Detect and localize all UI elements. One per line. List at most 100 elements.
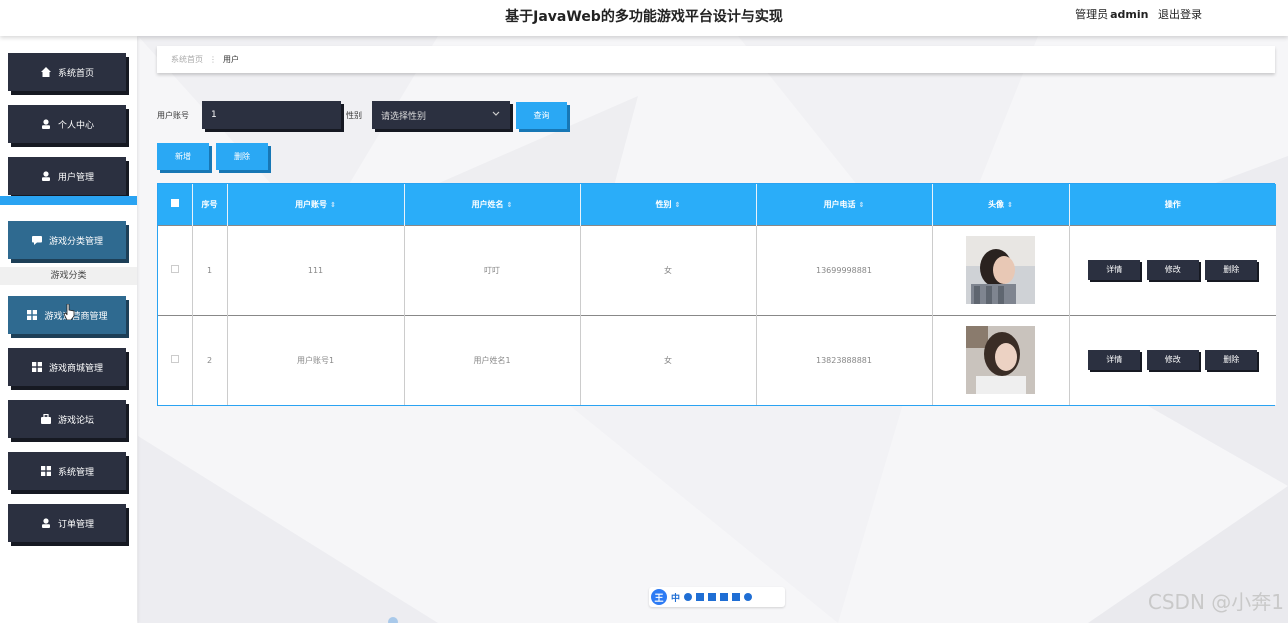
cell-index: 1 bbox=[192, 224, 228, 315]
column-header-phone[interactable]: 用户电话 ⇕ bbox=[756, 184, 933, 225]
chevron-down-icon bbox=[492, 110, 500, 120]
punctuation-icon[interactable] bbox=[684, 593, 693, 601]
batch-delete-button[interactable]: 删除 bbox=[216, 143, 268, 170]
column-header-avatar[interactable]: 头像 ⇕ bbox=[932, 184, 1070, 225]
scissors-icon[interactable] bbox=[708, 593, 717, 601]
edit-button[interactable]: 修改 bbox=[1146, 260, 1199, 280]
user-role: 管理员 bbox=[1075, 8, 1109, 21]
breadcrumb-home[interactable]: 系统首页 bbox=[171, 54, 203, 65]
column-header-account[interactable]: 用户账号 ⇕ bbox=[227, 184, 405, 225]
pen-icon[interactable] bbox=[696, 593, 705, 601]
breadcrumb-current: 用户 bbox=[223, 55, 239, 64]
column-header-index: 序号 bbox=[192, 184, 228, 225]
gear-icon[interactable] bbox=[744, 593, 753, 601]
floating-dot bbox=[388, 617, 398, 623]
row-checkbox[interactable] bbox=[170, 355, 179, 364]
column-header-actions: 操作 bbox=[1069, 184, 1276, 225]
sort-icon[interactable]: ⇕ bbox=[859, 201, 865, 209]
sort-icon[interactable]: ⇕ bbox=[675, 201, 681, 209]
row-select-cell[interactable] bbox=[158, 224, 193, 315]
top-header: 基于JavaWeb的多功能游戏平台设计与实现 管理员 admin 退出登录 bbox=[0, 0, 1288, 36]
column-header-gender[interactable]: 性别 ⇕ bbox=[580, 184, 757, 225]
cell-phone: 13823888881 bbox=[756, 314, 933, 405]
sidebar-item-profile[interactable]: 个人中心 bbox=[8, 105, 126, 143]
cell-avatar bbox=[932, 224, 1070, 315]
chat-icon bbox=[31, 234, 43, 246]
sort-icon[interactable]: ⇕ bbox=[507, 201, 513, 209]
cell-gender: 女 bbox=[580, 314, 757, 405]
sidebar: 系统首页 个人中心 用户管理 游戏分类管理 游戏分类 游戏运营商管理 游戏商城管… bbox=[0, 36, 137, 623]
sort-icon[interactable]: ⇕ bbox=[1007, 201, 1013, 209]
sidebar-item-system[interactable]: 系统管理 bbox=[8, 452, 126, 490]
sidebar-item-game-mall[interactable]: 游戏商城管理 bbox=[8, 348, 126, 386]
ime-logo-icon[interactable]: 王 bbox=[651, 589, 667, 605]
cell-gender: 女 bbox=[580, 224, 757, 315]
cell-avatar bbox=[932, 314, 1070, 405]
sidebar-item-orders[interactable]: 订单管理 bbox=[8, 504, 126, 542]
submenu-game-category[interactable]: 游戏分类 bbox=[0, 267, 137, 285]
cell-name: 叮叮 bbox=[404, 224, 581, 315]
select-all-checkbox[interactable] bbox=[170, 199, 179, 208]
gender-label: 性别 bbox=[346, 111, 362, 120]
grid-icon bbox=[31, 361, 43, 373]
home-icon bbox=[40, 66, 52, 78]
user-icon bbox=[40, 118, 52, 130]
delete-button[interactable]: 删除 bbox=[1205, 350, 1258, 371]
sidebar-item-label: 个人中心 bbox=[57, 120, 94, 131]
active-indicator-bar bbox=[0, 196, 137, 205]
briefcase-icon bbox=[40, 413, 52, 425]
cell-actions: 详情 修改 删除 bbox=[1069, 224, 1276, 315]
sidebar-item-users[interactable]: 用户管理 bbox=[8, 157, 126, 195]
row-checkbox[interactable] bbox=[170, 265, 179, 273]
account-label: 用户账号 bbox=[157, 111, 189, 120]
gender-select[interactable]: 请选择性别 bbox=[372, 101, 510, 129]
query-button[interactable]: 查询 bbox=[516, 102, 567, 129]
user-area: 管理员 admin 退出登录 bbox=[1069, 6, 1202, 22]
logout-link[interactable]: 退出登录 bbox=[1158, 8, 1202, 21]
shirt-icon[interactable] bbox=[732, 593, 741, 601]
breadcrumb: 系统首页 ⋮ 用户 bbox=[157, 46, 1275, 73]
sidebar-item-label: 游戏论坛 bbox=[57, 415, 94, 426]
user-icon bbox=[40, 170, 52, 182]
sidebar-item-label: 游戏商城管理 bbox=[48, 363, 103, 374]
cell-index: 2 bbox=[192, 314, 228, 405]
sidebar-item-game-category[interactable]: 游戏分类管理 bbox=[8, 221, 126, 259]
sidebar-item-home[interactable]: 系统首页 bbox=[8, 53, 126, 91]
row-select-cell[interactable] bbox=[158, 314, 193, 405]
detail-button[interactable]: 详情 bbox=[1088, 350, 1141, 371]
cell-actions: 详情 修改 删除 bbox=[1069, 314, 1276, 405]
table-row: 2 用户账号1 用户姓名1 女 13823888881 详情 修改 删除 bbox=[158, 314, 1276, 405]
breadcrumb-separator: ⋮ bbox=[209, 55, 217, 64]
cell-phone: 13699998881 bbox=[756, 224, 933, 315]
select-all-cell[interactable] bbox=[158, 184, 193, 225]
username: admin bbox=[1110, 8, 1149, 21]
table-row: 1 111 叮叮 女 13699998881 详情 修改 删除 bbox=[158, 224, 1276, 315]
delete-button[interactable]: 删除 bbox=[1205, 260, 1258, 280]
cell-name: 用户姓名1 bbox=[404, 314, 581, 405]
cell-account: 用户账号1 bbox=[227, 314, 405, 405]
column-header-name[interactable]: 用户姓名 ⇕ bbox=[404, 184, 581, 225]
sidebar-item-label: 系统首页 bbox=[57, 68, 94, 79]
gender-select-placeholder: 请选择性别 bbox=[381, 111, 427, 122]
ime-mode[interactable]: 中 bbox=[671, 591, 680, 604]
mouse-cursor-icon bbox=[63, 303, 76, 323]
keyboard-icon[interactable] bbox=[720, 593, 729, 601]
avatar bbox=[966, 326, 1035, 395]
sort-icon[interactable]: ⇕ bbox=[330, 201, 336, 209]
detail-button[interactable]: 详情 bbox=[1088, 260, 1141, 280]
sidebar-item-label: 订单管理 bbox=[57, 519, 94, 530]
avatar bbox=[966, 236, 1035, 304]
sidebar-item-label: 系统管理 bbox=[57, 467, 94, 478]
user-icon bbox=[40, 517, 52, 529]
add-button[interactable]: 新增 bbox=[157, 143, 209, 170]
sidebar-item-label: 用户管理 bbox=[57, 172, 94, 183]
sidebar-item-forum[interactable]: 游戏论坛 bbox=[8, 400, 126, 438]
users-table: 序号 用户账号 ⇕ 用户姓名 ⇕ 性别 ⇕ 用户电话 ⇕ 头像 ⇕ 操作 1 111 叮叮… bbox=[157, 183, 1276, 406]
account-input[interactable]: 1 bbox=[202, 101, 341, 129]
sidebar-item-label: 游戏分类管理 bbox=[48, 236, 103, 247]
watermark: CSDN @小奔1 bbox=[1147, 590, 1284, 614]
ime-toolbar[interactable]: 王 中 bbox=[649, 587, 785, 607]
edit-button[interactable]: 修改 bbox=[1146, 350, 1199, 371]
table-header-row: 序号 用户账号 ⇕ 用户姓名 ⇕ 性别 ⇕ 用户电话 ⇕ 头像 ⇕ 操作 bbox=[158, 184, 1276, 225]
grid-icon bbox=[26, 309, 38, 321]
